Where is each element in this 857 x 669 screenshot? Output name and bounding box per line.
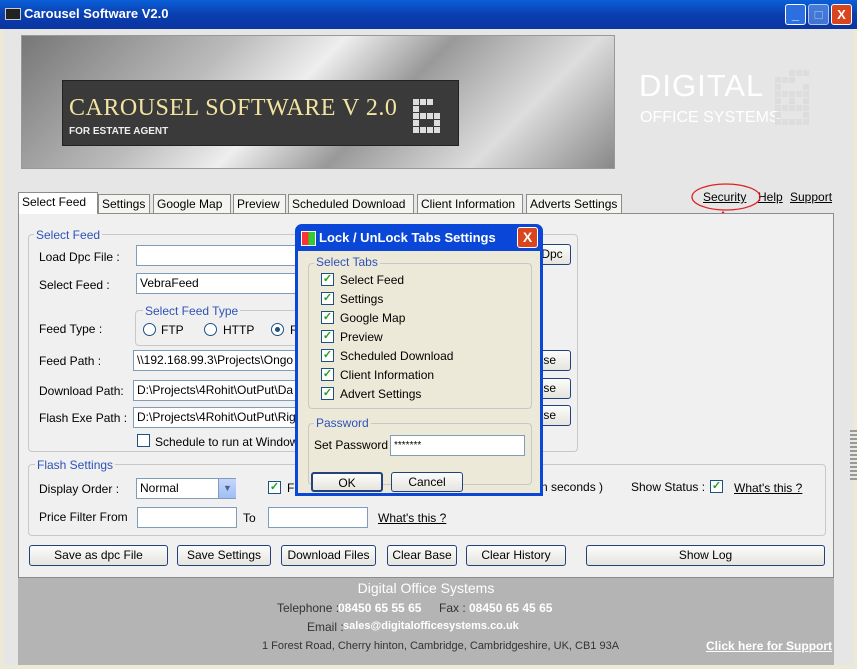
lock-tabs-dialog: Lock / UnLock Tabs Settings X Select Tab…	[295, 224, 543, 496]
download-files-button[interactable]: Download Files	[281, 545, 376, 566]
settings-checkbox-label: Settings	[340, 292, 384, 306]
cancel-button[interactable]: Cancel	[391, 472, 463, 492]
flash-settings-group-title: Flash Settings	[35, 458, 116, 472]
dialog-body: Select Tabs ✓ Select Feed ✓ Settings ✓ G…	[298, 251, 540, 493]
set-password-label: Set Password :	[314, 438, 395, 452]
tab-client-information[interactable]: Client Information	[417, 194, 523, 213]
google-map-checkbox-label: Google Map	[340, 311, 406, 325]
tab-settings[interactable]: Settings	[98, 194, 150, 213]
ok-button[interactable]: OK	[311, 472, 383, 492]
schedule-checkbox[interactable]	[137, 434, 150, 447]
banner-logo-box: CAROUSEL SOFTWARE V 2.0 FOR ESTATE AGENT	[62, 80, 459, 146]
title-bar: Carousel Software V2.0 _ □ X	[0, 0, 857, 29]
select-feed-checkbox[interactable]: ✓	[321, 273, 334, 286]
scheduled-download-checkbox[interactable]: ✓	[321, 349, 334, 362]
minimize-button[interactable]: _	[785, 4, 806, 25]
window-title: Carousel Software V2.0	[24, 6, 169, 21]
advert-settings-checkbox[interactable]: ✓	[321, 387, 334, 400]
flash-option-label: F	[287, 481, 295, 495]
ftp-radio-label: FTP	[161, 323, 184, 337]
password-group-title: Password	[314, 416, 371, 430]
scheduled-download-checkbox-label: Scheduled Download	[340, 349, 454, 363]
tab-preview[interactable]: Preview	[233, 194, 286, 213]
footer-fax-label: Fax :	[439, 601, 466, 615]
tab-adverts-settings[interactable]: Adverts Settings	[526, 194, 622, 213]
select-feed-dropdown[interactable]: VebraFeed	[136, 273, 306, 294]
dialog-close-button[interactable]: X	[517, 227, 538, 248]
brand-grid-icon	[775, 70, 809, 125]
third-feed-type-radio[interactable]	[271, 323, 284, 336]
settings-checkbox[interactable]: ✓	[321, 292, 334, 305]
dialog-app-icon	[301, 231, 316, 246]
feed-path-input[interactable]: \\192.168.99.3\Projects\Ongo	[133, 350, 305, 371]
maximize-button[interactable]: □	[808, 4, 829, 25]
price-to-input[interactable]	[268, 507, 368, 528]
clear-base-button[interactable]: Clear Base	[387, 545, 457, 566]
select-feed-label: Select Feed :	[39, 278, 110, 292]
logo-grid-icon	[413, 99, 440, 133]
show-log-button[interactable]: Show Log	[586, 545, 825, 566]
price-from-input[interactable]	[137, 507, 237, 528]
http-radio-label: HTTP	[223, 323, 255, 337]
banner-subtitle: FOR ESTATE AGENT	[69, 126, 169, 137]
close-button[interactable]: X	[831, 4, 852, 25]
download-path-label: Download Path:	[39, 384, 124, 398]
feed-path-label: Feed Path :	[39, 354, 102, 368]
footer-company: Digital Office Systems	[357, 580, 495, 596]
brand-digital: DIGITAL	[639, 68, 765, 103]
flash-exe-label: Flash Exe Path :	[39, 411, 128, 425]
select-tabs-group-title: Select Tabs	[314, 255, 380, 269]
footer-support-link[interactable]: Click here for Support	[706, 639, 832, 653]
brand-office-systems: OFFICE SYSTEMS	[640, 109, 780, 126]
price-filter-label: Price Filter From	[39, 510, 128, 524]
http-radio[interactable]	[204, 323, 217, 336]
show-status-label: Show Status :	[631, 480, 706, 494]
show-status-checkbox[interactable]: ✓	[710, 480, 723, 493]
footer-email-label: Email :	[307, 620, 344, 634]
footer-telephone-label: Telephone :	[277, 601, 340, 615]
feed-type-group-title: Select Feed Type	[143, 304, 241, 318]
save-settings-button[interactable]: Save Settings	[177, 545, 271, 566]
feed-type-label: Feed Type :	[39, 322, 103, 336]
google-map-checkbox[interactable]: ✓	[321, 311, 334, 324]
tab-google-map[interactable]: Google Map	[153, 194, 231, 213]
preview-checkbox[interactable]: ✓	[321, 330, 334, 343]
footer-telephone: 08450 65 55 65	[338, 601, 422, 615]
banner-title: CAROUSEL SOFTWARE V 2.0	[69, 95, 398, 121]
ftp-radio[interactable]	[143, 323, 156, 336]
whats-this-link-price[interactable]: What's this ?	[378, 511, 446, 525]
chevron-down-icon[interactable]: ▼	[218, 479, 236, 498]
set-password-input[interactable]: *******	[390, 435, 525, 456]
tab-select-feed[interactable]: Select Feed	[18, 192, 98, 214]
flash-exe-input[interactable]: D:\Projects\4Rohit\OutPut\Rig	[133, 407, 305, 428]
resize-grip[interactable]	[850, 430, 857, 480]
load-dpc-label: Load Dpc File :	[39, 250, 120, 264]
advert-settings-checkbox-label: Advert Settings	[340, 387, 422, 401]
main-window: Carousel Software V2.0 _ □ X CAROUSEL SO…	[0, 0, 857, 669]
save-dpc-button[interactable]: Save as dpc File	[29, 545, 168, 566]
select-feed-checkbox-label: Select Feed	[340, 273, 405, 287]
display-order-value: Normal	[140, 481, 179, 495]
whats-this-link-status[interactable]: What's this ?	[734, 481, 802, 495]
client-information-checkbox-label: Client Information	[340, 368, 435, 382]
footer-fax: 08450 65 45 65	[469, 601, 553, 615]
select-feed-group-title: Select Feed	[34, 228, 103, 242]
app-icon	[5, 8, 21, 20]
dialog-title: Lock / UnLock Tabs Settings	[319, 230, 496, 245]
tab-scheduled-download[interactable]: Scheduled Download	[288, 194, 414, 213]
load-dpc-input[interactable]	[136, 245, 306, 266]
seconds-label: n seconds )	[541, 480, 604, 494]
footer-email[interactable]: sales@digitalofficesystems.co.uk	[343, 620, 519, 632]
download-path-input[interactable]: D:\Projects\4Rohit\OutPut\Da	[133, 380, 305, 401]
schedule-label: Schedule to run at Window	[155, 435, 299, 449]
client-information-checkbox[interactable]: ✓	[321, 368, 334, 381]
display-order-label: Display Order :	[39, 482, 120, 496]
footer-address: 1 Forest Road, Cherry hinton, Cambridge,…	[262, 640, 620, 652]
flash-option-checkbox[interactable]: ✓	[268, 481, 281, 494]
preview-checkbox-label: Preview	[340, 330, 383, 344]
clear-history-button[interactable]: Clear History	[466, 545, 566, 566]
price-to-label: To	[243, 511, 256, 525]
support-link[interactable]: Support	[790, 190, 832, 204]
